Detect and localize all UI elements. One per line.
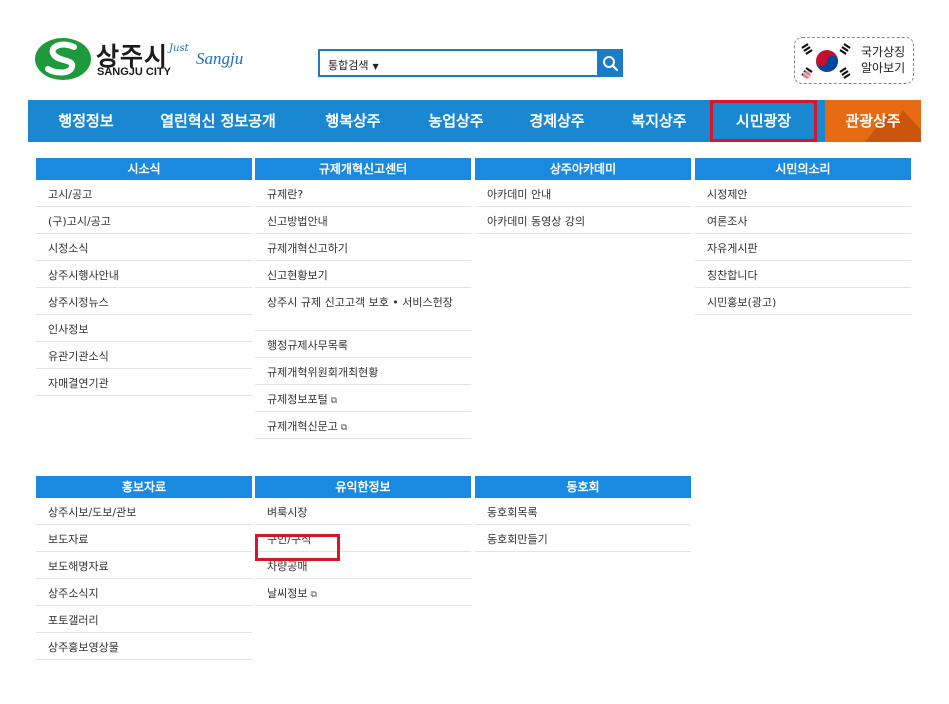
submenu-col-pr-materials: 홍보자료 상주시보/도보/관보 보도자료 보도해명자료 상주소식지 포토갤러리 … — [36, 476, 252, 660]
submenu-col-city-news: 시소식 고시/공고 (구)고시/공고 시정소식 상주시행사안내 상주시정뉴스 인… — [36, 158, 252, 396]
menu-link-flea-market[interactable]: 벼룩시장 — [255, 498, 471, 525]
external-link-icon: ⧉ — [310, 590, 317, 600]
menu-link-free-board[interactable]: 자유게시판 — [695, 234, 911, 261]
symbol-label-line2: 알아보기 — [861, 61, 906, 75]
menu-link-sangju-news[interactable]: 상주시정뉴스 — [36, 288, 252, 315]
site-logo[interactable]: 상주시 SANGJU CITY Just Sangju — [34, 37, 254, 83]
menu-link-photo-gallery[interactable]: 포토갤러리 — [36, 606, 252, 633]
submenu-col-clubs: 동호회 동호회목록 동호회만들기 — [475, 476, 691, 552]
menu-link-personnel-info[interactable]: 인사정보 — [36, 315, 252, 342]
col-title-clubs: 동호회 — [475, 476, 691, 498]
search-button[interactable] — [597, 49, 623, 77]
menu-link-club-list[interactable]: 동호회목록 — [475, 498, 691, 525]
col-title-pr-materials: 홍보자료 — [36, 476, 252, 498]
main-navigation: 행정정보 열린혁신 정보공개 행복상주 농업상주 경제상주 복지상주 시민광장 … — [28, 100, 921, 142]
logo-slogan-name: Sangju — [196, 49, 244, 68]
menu-link-weather[interactable]: 날씨정보 ⧉ — [255, 579, 471, 606]
regulation-portal-label: 규제정보포털 — [267, 393, 328, 406]
menu-link-regulation-petition[interactable]: 규제개혁신문고 ⧉ — [255, 412, 471, 439]
menu-link-notice[interactable]: 고시/공고 — [36, 180, 252, 207]
menu-link-citizen-ads[interactable]: 시민홍보(광고) — [695, 288, 911, 315]
col-title-regulation-center: 규제개혁신고센터 — [255, 158, 471, 180]
col-title-citizen-voice: 시민의소리 — [695, 158, 911, 180]
menu-link-agency-news[interactable]: 유관기관소식 — [36, 342, 252, 369]
gnb-item-citizen-plaza[interactable]: 시민광장 — [710, 100, 817, 142]
taegukgi-flag-icon — [801, 43, 851, 79]
external-link-icon: ⧉ — [340, 423, 348, 433]
menu-link-old-notice[interactable]: (구)고시/공고 — [36, 207, 252, 234]
caret-down-icon: ▼ — [372, 62, 379, 71]
external-link-icon: ⧉ — [330, 396, 338, 406]
weather-label: 날씨정보 — [267, 587, 308, 600]
menu-link-what-is-regulation[interactable]: 규제란? — [255, 180, 471, 207]
menu-link-create-club[interactable]: 동호회만들기 — [475, 525, 691, 552]
menu-link-compliments[interactable]: 칭찬합니다 — [695, 261, 911, 288]
menu-link-report-status[interactable]: 신고현황보기 — [255, 261, 471, 288]
menu-link-service-charter[interactable]: 상주시 규제 신고고객 보호 • 서비스헌장 — [255, 288, 471, 331]
gnb-item-agriculture[interactable]: 농업상주 — [414, 100, 498, 142]
menu-link-regulation-portal[interactable]: 규제정보포털 ⧉ — [255, 385, 471, 412]
job-search-highlight-box — [255, 534, 340, 561]
menu-link-newsletter[interactable]: 상주소식지 — [36, 579, 252, 606]
gnb-item-happy-sangju[interactable]: 행복상주 — [312, 100, 394, 142]
gnb-item-welfare[interactable]: 복지상주 — [618, 100, 700, 142]
menu-link-event-guide[interactable]: 상주시행사안내 — [36, 261, 252, 288]
menu-link-regulation-list[interactable]: 행정규제사무목록 — [255, 331, 471, 358]
gnb-item-admin-info[interactable]: 행정정보 — [42, 100, 130, 142]
gnb-item-tourism[interactable]: 관광상주 — [825, 100, 921, 142]
menu-link-city-news[interactable]: 시정소식 — [36, 234, 252, 261]
gnb-item-open-innovation[interactable]: 열린혁신 정보공개 — [148, 100, 288, 142]
logo-slogan-script: Just — [169, 43, 189, 54]
gnb-item-tourism-label: 관광상주 — [845, 112, 901, 130]
menu-link-opinion-poll[interactable]: 여론조사 — [695, 207, 911, 234]
menu-link-gazette[interactable]: 상주시보/도보/관보 — [36, 498, 252, 525]
symbol-label-line1: 국가상징 — [861, 45, 906, 59]
search-scope-label: 통합검색 — [328, 59, 369, 72]
submenu-col-regulation-center: 규제개혁신고센터 규제란? 신고방법안내 규제개혁신고하기 신고현황보기 상주시… — [255, 158, 471, 439]
menu-link-sister-cities[interactable]: 자매결연기관 — [36, 369, 252, 396]
menu-link-promo-video[interactable]: 상주홍보영상물 — [36, 633, 252, 660]
menu-link-committee-status[interactable]: 규제개혁위원회개최현황 — [255, 358, 471, 385]
menu-link-report-regulation[interactable]: 규제개혁신고하기 — [255, 234, 471, 261]
menu-link-report-method[interactable]: 신고방법안내 — [255, 207, 471, 234]
search-icon — [603, 56, 619, 72]
logo-english-name: SANGJU CITY — [97, 66, 171, 78]
col-title-academy: 상주아카데미 — [475, 158, 691, 180]
gnb-item-economy[interactable]: 경제상주 — [516, 100, 598, 142]
menu-link-press-release[interactable]: 보도자료 — [36, 525, 252, 552]
search-bar: 통합검색 ▼ — [318, 49, 623, 77]
col-title-city-news: 시소식 — [36, 158, 252, 180]
submenu-col-citizen-voice: 시민의소리 시정제안 여론조사 자유게시판 칭찬합니다 시민홍보(광고) — [695, 158, 911, 315]
menu-link-policy-proposal[interactable]: 시정제안 — [695, 180, 911, 207]
logo-s-icon — [35, 38, 91, 80]
menu-link-press-clarification[interactable]: 보도해명자료 — [36, 552, 252, 579]
search-scope-select[interactable]: 통합검색 ▼ — [328, 57, 379, 73]
national-symbol-link[interactable]: 국가상징 알아보기 — [794, 37, 914, 84]
menu-link-academy-video[interactable]: 아카데미 동영상 강의 — [475, 207, 691, 234]
regulation-petition-label: 규제개혁신문고 — [267, 420, 338, 433]
col-title-useful-info: 유익한정보 — [255, 476, 471, 498]
menu-link-academy-guide[interactable]: 아카데미 안내 — [475, 180, 691, 207]
submenu-col-academy: 상주아카데미 아카데미 안내 아카데미 동영상 강의 — [475, 158, 691, 234]
